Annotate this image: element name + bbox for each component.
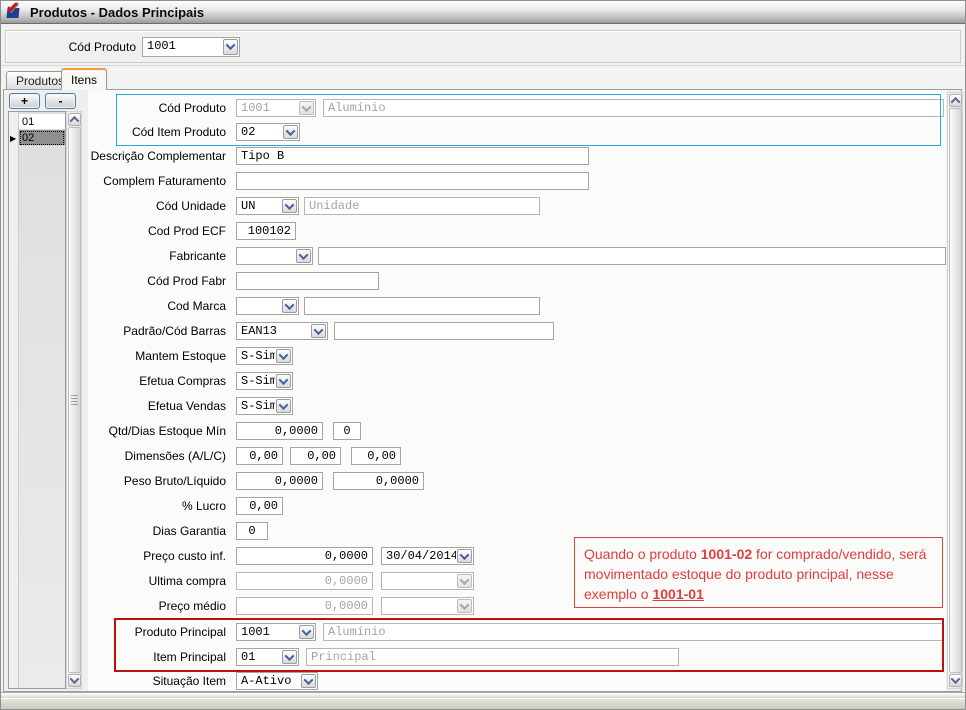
descricao-complementar-field[interactable]: Tipo B [236,147,589,165]
cod-marca-name-field[interactable] [304,297,540,315]
situacao-item-combo[interactable]: A-Ativo [236,672,318,690]
qtd-dias-estoque-min-label: Qtd/Dias Estoque Mín [89,424,231,438]
list-scrollbar-thumb[interactable] [68,127,81,673]
mantem-estoque-combo[interactable]: S-Sim [236,347,293,365]
dias-garantia-label: Dias Garantia [89,524,231,538]
form-scrollbar[interactable] [947,92,963,689]
mantem-estoque-label: Mantem Estoque [89,349,231,363]
preco-medio-label: Preço médio [89,599,231,613]
preco-medio-date-combo[interactable] [381,597,474,615]
peso-bruto-field[interactable]: 0,0000 [236,472,323,490]
lucro-label: % Lucro [89,499,231,513]
dimensao-a-field[interactable]: 0,00 [236,447,283,465]
chevron-down-icon[interactable] [276,349,291,363]
efetua-vendas-label: Efetua Vendas [89,399,231,413]
preco-medio-field[interactable]: 0,0000 [236,597,373,615]
check-icon: ✔ [6,0,19,18]
peso-liquido-field[interactable]: 0,0000 [333,472,424,490]
fabricante-name-field[interactable] [318,247,946,265]
chevron-down-icon[interactable] [276,374,291,388]
preco-custo-inf-label: Preço custo inf. [89,549,231,563]
chevron-down-icon[interactable] [457,549,472,563]
ultima-compra-field[interactable]: 0,0000 [236,572,373,590]
note-code-1001-01: 1001-01 [652,586,703,602]
cod-prod-fabr-label: Cód Prod Fabr [89,274,231,288]
list-scrollbar[interactable] [66,111,82,689]
complem-faturamento-label: Complem Faturamento [89,174,231,188]
chevron-down-icon[interactable] [276,399,291,413]
chevron-down-icon[interactable] [457,574,472,588]
scroll-down-icon[interactable] [68,674,81,687]
efetua-compras-label: Efetua Compras [89,374,231,388]
complem-faturamento-field[interactable] [236,172,589,190]
chevron-down-icon[interactable] [282,299,297,313]
item-form: Cód Produto 1001 Alumínio Cód Item Produ… [89,1,949,701]
efetua-vendas-combo[interactable]: S-Sim [236,397,293,415]
chevron-down-icon[interactable] [457,599,472,613]
cod-unidade-label: Cód Unidade [89,199,231,213]
gripper-icon [71,395,78,405]
lucro-field[interactable]: 0,00 [236,497,283,515]
cod-barras-field[interactable] [334,322,554,340]
highlight-box-red [114,618,944,672]
peso-bruto-liquido-label: Peso Bruto/Líquido [89,474,231,488]
annotation-note: Quando o produto 1001-02 for comprado/ve… [574,537,943,608]
list-item-selected[interactable]: 02 [19,130,65,146]
item-list-grid: 01 02 ▶ [8,111,66,689]
dimensao-c-field[interactable]: 0,00 [351,447,401,465]
app-icon: ✔ [6,4,24,20]
app-window: ✔ Produtos - Dados Principais Cód Produt… [0,0,966,710]
preco-custo-inf-field[interactable]: 0,0000 [236,547,373,565]
dimensao-l-field[interactable]: 0,00 [290,447,341,465]
scroll-up-icon[interactable] [949,94,962,107]
list-item[interactable]: 01 [19,114,65,130]
padrao-cod-barras-combo[interactable]: EAN13 [236,322,328,340]
highlight-box-blue [116,94,941,146]
note-text: Quando o produto [584,546,701,562]
padrao-cod-barras-label: Padrão/Cód Barras [89,324,231,338]
fabricante-label: Fabricante [89,249,231,263]
efetua-compras-combo[interactable]: S-Sim [236,372,293,390]
add-item-button[interactable]: + [9,93,40,109]
ultima-compra-date-combo[interactable] [381,572,474,590]
dimensoes-label: Dimensões (A/L/C) [89,449,231,463]
dias-garantia-field[interactable]: 0 [236,522,268,540]
remove-item-button[interactable]: - [45,93,76,109]
cod-marca-label: Cod Marca [89,299,231,313]
chevron-down-icon[interactable] [301,674,316,688]
chevron-down-icon[interactable] [282,199,297,213]
cod-prod-ecf-label: Cod Prod ECF [89,224,231,238]
cod-marca-combo[interactable] [236,297,299,315]
ultima-compra-label: Ultima compra [89,574,231,588]
cod-prod-ecf-field[interactable]: 100102 [236,222,296,240]
status-bar [1,698,965,710]
note-code-1001-02: 1001-02 [701,546,752,562]
tab-itens[interactable]: Itens [61,68,107,90]
scroll-down-icon[interactable] [949,674,962,687]
chevron-down-icon[interactable] [311,324,326,338]
qtd-estoque-min-field[interactable]: 0,0000 [236,422,323,440]
selected-row-marker-icon: ▶ [10,134,16,143]
situacao-item-label: Situação Item [89,674,231,688]
form-scrollbar-thumb[interactable] [949,108,962,673]
cod-unidade-name-field[interactable]: Unidade [304,197,540,215]
fabricante-combo[interactable] [236,247,313,265]
dias-estoque-min-field[interactable]: 0 [333,422,361,440]
scroll-up-icon[interactable] [68,113,81,126]
descricao-complementar-label: Descrição Complementar [89,149,231,163]
grid-marker-column [9,112,19,688]
cod-unidade-combo[interactable]: UN [236,197,299,215]
cod-prod-fabr-field[interactable] [236,272,379,290]
chevron-down-icon[interactable] [296,249,311,263]
preco-custo-inf-date-combo[interactable]: 30/04/2014 [381,547,474,565]
